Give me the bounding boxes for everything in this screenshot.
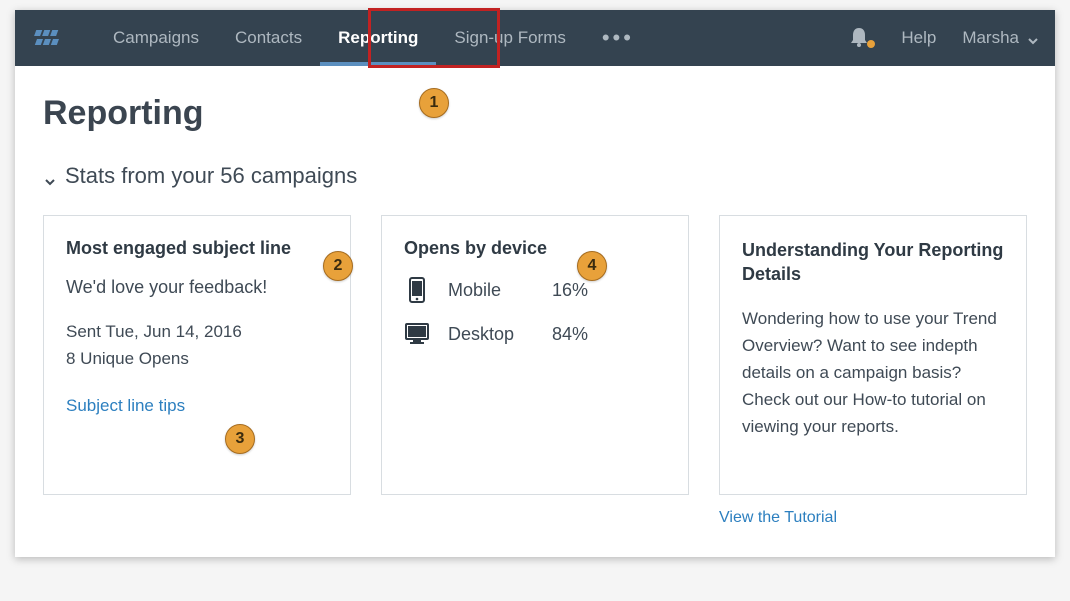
annotation-badge-1: 1 (419, 88, 449, 118)
desktop-icon (404, 321, 430, 347)
card-title: Opens by device (404, 238, 666, 259)
nav-more-icon[interactable]: ••• (584, 25, 652, 51)
annotation-badge-2: 2 (323, 251, 353, 281)
nav-signup-forms[interactable]: Sign-up Forms (436, 10, 583, 66)
app-frame: Campaigns Contacts Reporting Sign-up For… (15, 10, 1055, 557)
engaged-meta: Sent Tue, Jun 14, 2016 8 Unique Opens (66, 318, 328, 372)
page-title: Reporting (43, 94, 1027, 133)
view-tutorial-link[interactable]: View the Tutorial (719, 509, 1027, 527)
nav-items: Campaigns Contacts Reporting Sign-up For… (95, 10, 652, 66)
annotation-badge-4: 4 (577, 251, 607, 281)
card-understanding: Understanding Your Reporting Details Won… (719, 215, 1027, 495)
device-row-desktop: Desktop 84% (404, 321, 666, 347)
engaged-subject-line: We'd love your feedback! (66, 277, 328, 298)
notifications-bell-icon[interactable] (849, 26, 873, 50)
top-nav: Campaigns Contacts Reporting Sign-up For… (15, 10, 1055, 66)
stats-header-text: Stats from your 56 campaigns (65, 163, 357, 189)
logo-icon[interactable] (31, 26, 67, 50)
nav-reporting[interactable]: Reporting (320, 10, 436, 66)
device-pct: 84% (552, 324, 588, 345)
device-pct: 16% (552, 280, 588, 301)
device-name: Mobile (448, 280, 534, 301)
cards-row: Most engaged subject line We'd love your… (43, 215, 1027, 495)
nav-help[interactable]: Help (901, 28, 936, 48)
mobile-icon (404, 277, 430, 303)
nav-user-name: Marsha (962, 28, 1019, 48)
card-opens-by-device: Opens by device Mobile 16% (381, 215, 689, 495)
stats-toggle[interactable]: Stats from your 56 campaigns (43, 163, 1027, 189)
device-name: Desktop (448, 324, 534, 345)
chevron-down-icon (1027, 32, 1039, 44)
engaged-sent-date: Sent Tue, Jun 14, 2016 (66, 318, 328, 345)
understanding-body: Wondering how to use your Trend Overview… (742, 305, 1004, 441)
nav-user-menu[interactable]: Marsha (962, 28, 1039, 48)
card-most-engaged: Most engaged subject line We'd love your… (43, 215, 351, 495)
nav-campaigns[interactable]: Campaigns (95, 10, 217, 66)
subject-line-tips-link[interactable]: Subject line tips (66, 396, 328, 416)
engaged-unique-opens: 8 Unique Opens (66, 345, 328, 372)
chevron-down-icon (43, 169, 57, 183)
main-content: Reporting Stats from your 56 campaigns M… (15, 66, 1055, 557)
annotation-badge-3: 3 (225, 424, 255, 454)
card-title: Most engaged subject line (66, 238, 328, 259)
device-row-mobile: Mobile 16% (404, 277, 666, 303)
card-title: Understanding Your Reporting Details (742, 238, 1004, 287)
nav-contacts[interactable]: Contacts (217, 10, 320, 66)
notification-dot-icon (867, 40, 875, 48)
